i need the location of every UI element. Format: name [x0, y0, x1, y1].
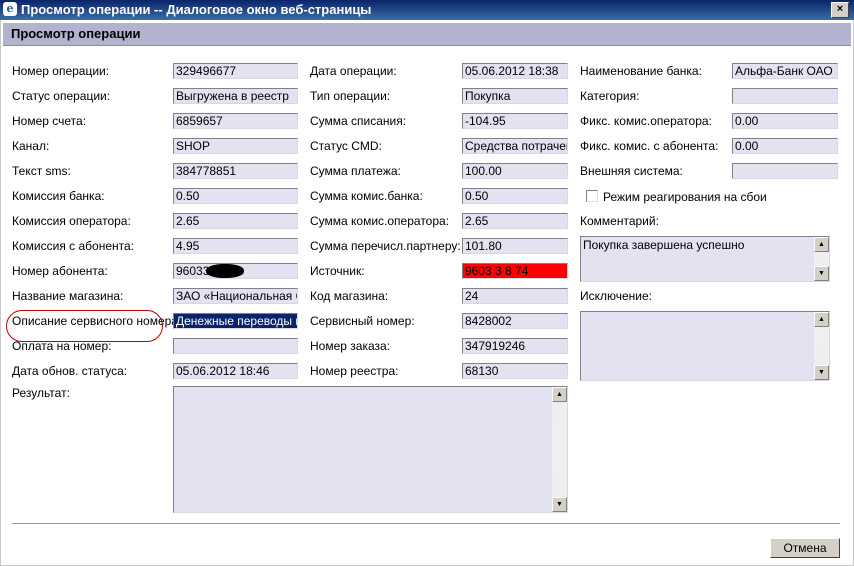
debit-sum-field[interactable]: -104.95	[462, 113, 568, 129]
scroll-down-icon[interactable]: ▼	[814, 365, 829, 380]
debit-sum-label: Сумма списания:	[310, 114, 407, 128]
bank-fee-label: Комиссия банка:	[12, 189, 105, 203]
sms-field[interactable]: 384778851	[173, 163, 298, 179]
status-date-label: Дата обнов. статуса:	[12, 364, 128, 378]
category-label: Категория:	[580, 89, 640, 103]
window-titlebar: e Просмотр операции -- Диалоговое окно в…	[0, 0, 854, 20]
scroll-down-icon[interactable]: ▼	[552, 497, 567, 512]
subscriber-number-label: Номер абонента:	[12, 264, 108, 278]
external-system-label: Внешняя система:	[580, 164, 683, 178]
sms-label: Текст sms:	[12, 164, 71, 178]
channel-label: Канал:	[12, 139, 50, 153]
registry-number-label: Номер реестра:	[310, 364, 399, 378]
service-desc-field[interactable]: Денежные переводы на	[173, 313, 298, 329]
exception-textarea[interactable]: ▲ ▼	[580, 311, 830, 381]
result-scrollbar[interactable]: ▲ ▼	[552, 387, 567, 512]
dialog-header: Просмотр операции	[3, 23, 851, 46]
channel-field[interactable]: SHOP	[173, 138, 298, 154]
category-field[interactable]	[732, 88, 838, 104]
pay-to-label: Оплата на номер:	[12, 339, 112, 353]
external-system-field[interactable]	[732, 163, 838, 179]
comment-text: Покупка завершена успешно	[583, 238, 745, 252]
subscriber-fixed-fee-field[interactable]: 0.00	[732, 138, 838, 154]
scroll-down-icon[interactable]: ▼	[814, 266, 829, 281]
op-status-field[interactable]: Выгружена в реестр	[173, 88, 298, 104]
shop-code-label: Код магазина:	[310, 289, 389, 303]
redaction-mark	[206, 264, 244, 278]
status-date-field[interactable]: 05.06.2012 18:46	[173, 363, 298, 379]
bank-fee-sum-field[interactable]: 0.50	[462, 188, 568, 204]
payment-sum-label: Сумма платежа:	[310, 164, 401, 178]
order-number-field[interactable]: 347919246	[462, 338, 568, 354]
failure-mode-label: Режим реагирования на сбои	[603, 190, 767, 204]
bank-fee-sum-label: Сумма комис.банка:	[310, 189, 423, 203]
service-number-field[interactable]: 8428002	[462, 313, 568, 329]
page-title: Просмотр операции	[11, 26, 141, 41]
registry-number-field[interactable]: 68130	[462, 363, 568, 379]
result-label: Результат:	[12, 386, 70, 400]
scroll-up-icon[interactable]: ▲	[552, 387, 567, 402]
op-date-label: Дата операции:	[310, 64, 397, 78]
partner-sum-field[interactable]: 101.80	[462, 238, 568, 254]
operator-fixed-fee-field[interactable]: 0.00	[732, 113, 838, 129]
comment-scrollbar[interactable]: ▲ ▼	[814, 237, 829, 281]
close-icon[interactable]: ×	[831, 2, 849, 18]
cmd-status-label: Статус CMD:	[310, 139, 382, 153]
source-field[interactable]: 9603 3 8 74	[462, 263, 568, 279]
op-date-field[interactable]: 05.06.2012 18:38	[462, 63, 568, 79]
op-type-field[interactable]: Покупка	[462, 88, 568, 104]
ie-icon: e	[3, 2, 17, 16]
shop-name-label: Название магазина:	[12, 289, 124, 303]
account-label: Номер счета:	[12, 114, 87, 128]
bank-name-label: Наименование банка:	[580, 64, 702, 78]
operator-fee-sum-label: Сумма комис.оператора:	[310, 214, 450, 228]
source-label: Источник:	[310, 264, 365, 278]
scroll-up-icon[interactable]: ▲	[814, 237, 829, 252]
subscriber-fixed-fee-label: Фикс. комис. с абонента:	[580, 139, 719, 153]
result-textarea[interactable]: ▲ ▼	[173, 386, 568, 513]
comment-label: Комментарий:	[580, 214, 659, 228]
op-type-label: Тип операции:	[310, 89, 391, 103]
comment-textarea[interactable]: Покупка завершена успешно ▲ ▼	[580, 236, 830, 282]
shop-code-field[interactable]: 24	[462, 288, 568, 304]
op-number-field[interactable]: 329496677	[173, 63, 298, 79]
subscriber-fee-label: Комиссия с абонента:	[12, 239, 135, 253]
failure-mode-checkbox[interactable]	[586, 190, 598, 202]
service-number-label: Сервисный номер:	[310, 314, 415, 328]
account-field[interactable]: 6859657	[173, 113, 298, 129]
bank-name-field[interactable]: Альфа-Банк ОАО	[732, 63, 838, 79]
operator-fixed-fee-label: Фикс. комис.оператора:	[580, 114, 712, 128]
exception-label: Исключение:	[580, 289, 653, 303]
operator-fee-label: Комиссия оператора:	[12, 214, 131, 228]
cancel-button[interactable]: Отмена	[770, 538, 840, 558]
payment-sum-field[interactable]: 100.00	[462, 163, 568, 179]
pay-to-field[interactable]	[173, 338, 298, 354]
operator-fee-field[interactable]: 2.65	[173, 213, 298, 229]
exception-scrollbar[interactable]: ▲ ▼	[814, 312, 829, 380]
op-number-label: Номер операции:	[12, 64, 110, 78]
scroll-up-icon[interactable]: ▲	[814, 312, 829, 327]
bank-fee-field[interactable]: 0.50	[173, 188, 298, 204]
operator-fee-sum-field[interactable]: 2.65	[462, 213, 568, 229]
window-title: Просмотр операции -- Диалоговое окно веб…	[21, 2, 372, 17]
cmd-status-field[interactable]: Средства потрачены	[462, 138, 568, 154]
footer-divider	[12, 523, 840, 524]
order-number-label: Номер заказа:	[310, 339, 391, 353]
partner-sum-label: Сумма перечисл.партнеру:	[310, 239, 461, 253]
shop-name-field[interactable]: ЗАО «Национальная Сер	[173, 288, 298, 304]
subscriber-fee-field[interactable]: 4.95	[173, 238, 298, 254]
service-desc-label: Описание сервисного номера:	[12, 314, 182, 328]
op-status-label: Статус операции:	[12, 89, 111, 103]
